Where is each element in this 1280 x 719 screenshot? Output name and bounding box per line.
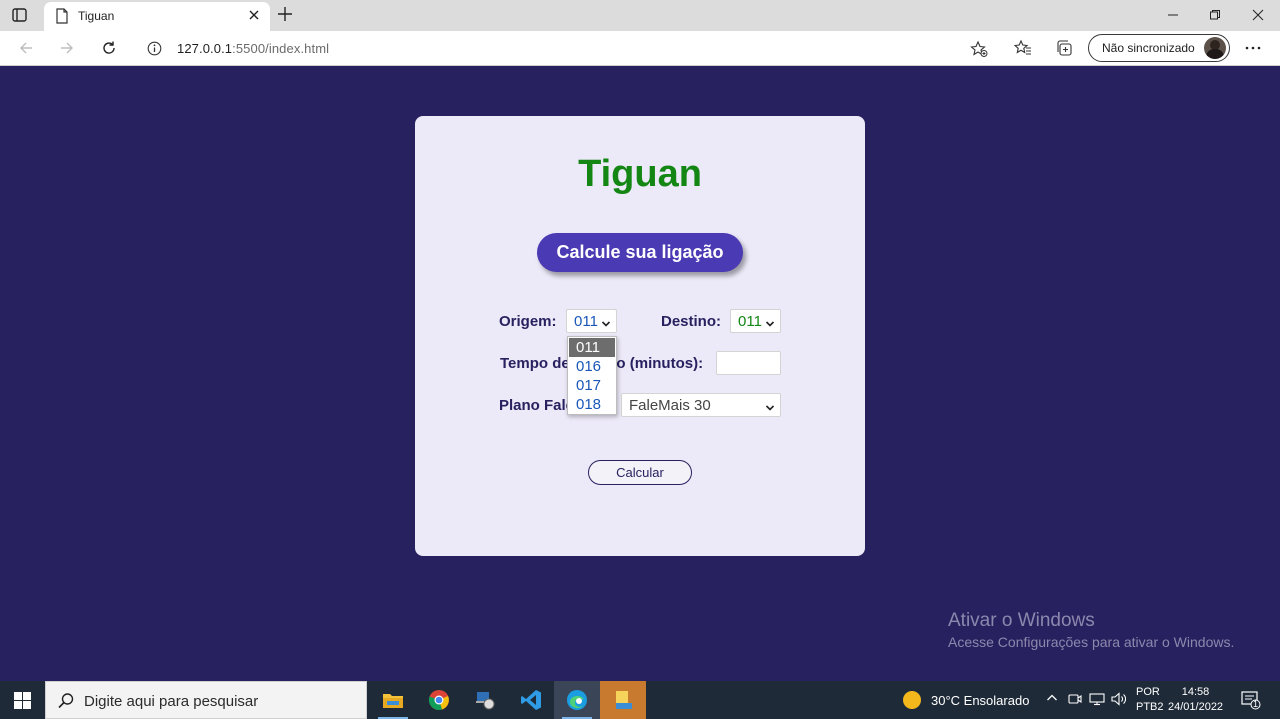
page-title: Tiguan: [578, 153, 702, 195]
browser-tab-bar: Tiguan: [0, 0, 1280, 31]
favorites-icon[interactable]: [1013, 39, 1033, 57]
profile-sync-button[interactable]: Não sincronizado: [1088, 34, 1230, 62]
site-info-icon[interactable]: [147, 41, 162, 61]
plan-select[interactable]: FaleMais 30: [621, 393, 781, 417]
sun-icon[interactable]: [903, 691, 921, 709]
restore-icon[interactable]: [1193, 4, 1237, 26]
new-tab-icon[interactable]: [277, 6, 293, 27]
destination-select[interactable]: 011: [730, 309, 781, 333]
taskbar: Digite aqui para pesquisar 30°C Ensolara…: [0, 681, 1280, 719]
chevron-up-icon[interactable]: [1046, 692, 1058, 707]
notification-count: 1: [1253, 699, 1259, 709]
chevron-down-icon: [765, 400, 775, 417]
origin-value: 011: [574, 313, 598, 330]
sync-label: Não sincronizado: [1102, 41, 1195, 55]
dropdown-option[interactable]: 011: [569, 338, 615, 357]
tab-actions-icon[interactable]: [11, 7, 29, 23]
activation-watermark-title: Ativar o Windows: [948, 610, 1095, 631]
url-host: 127.0.0.1: [177, 41, 233, 56]
network-icon[interactable]: [1089, 692, 1105, 709]
chevron-down-icon: [601, 316, 611, 333]
plan-value: FaleMais 30: [629, 397, 711, 414]
origin-dropdown-list: 011 016 017 018: [567, 336, 617, 415]
dropdown-option[interactable]: 016: [569, 357, 615, 376]
minimize-icon[interactable]: [1151, 4, 1195, 26]
calcular-button[interactable]: Calcular: [588, 460, 692, 485]
destination-value: 011: [738, 313, 762, 330]
file-explorer-icon[interactable]: [370, 681, 416, 719]
refresh-icon[interactable]: [99, 39, 119, 57]
url-path: :5500/index.html: [232, 41, 330, 56]
close-tab-icon[interactable]: [247, 8, 261, 27]
notification-icon[interactable]: 1: [1241, 690, 1261, 710]
browser-nav-bar: 127.0.0.1:5500/index.html Não sincroniza…: [0, 31, 1280, 66]
chrome-icon[interactable]: [416, 681, 462, 719]
origin-select[interactable]: 011: [566, 309, 617, 333]
browser-tab[interactable]: Tiguan: [44, 2, 270, 31]
destination-label: Destino:: [661, 313, 721, 330]
clock[interactable]: 14:58 24/01/2022: [1168, 685, 1223, 715]
tab-title: Tiguan: [78, 9, 115, 23]
activation-watermark-subtitle: Acesse Configurações para ativar o Windo…: [948, 634, 1235, 650]
camera-icon[interactable]: [1068, 692, 1082, 709]
vscode-icon[interactable]: [508, 681, 554, 719]
windows-start-icon[interactable]: [14, 692, 31, 709]
add-favorite-icon[interactable]: [970, 40, 988, 63]
clock-time: 14:58: [1181, 686, 1210, 698]
calculator-card: Tiguan Calcule sua ligação Origem: 011 D…: [415, 116, 865, 556]
collections-icon[interactable]: [1054, 39, 1074, 57]
time-input[interactable]: [716, 351, 781, 375]
keyboard-layout: PTB2: [1136, 701, 1164, 713]
dropdown-option[interactable]: 018: [569, 395, 615, 414]
taskbar-search-input[interactable]: Digite aqui para pesquisar: [45, 681, 367, 719]
page-icon: [55, 8, 69, 29]
dropdown-option[interactable]: 017: [569, 376, 615, 395]
network-app-icon[interactable]: [462, 681, 508, 719]
file-manager-icon[interactable]: [600, 681, 646, 719]
search-placeholder: Digite aqui para pesquisar: [84, 693, 259, 710]
chevron-down-icon: [765, 316, 775, 333]
more-options-icon[interactable]: [1243, 39, 1263, 57]
address-bar[interactable]: 127.0.0.1:5500/index.html: [134, 34, 996, 63]
url-text: 127.0.0.1:5500/index.html: [177, 41, 329, 56]
origin-label: Origem:: [499, 313, 557, 330]
avatar: [1204, 37, 1226, 59]
close-window-icon[interactable]: [1236, 4, 1280, 26]
forward-icon[interactable]: [57, 39, 77, 57]
input-language[interactable]: POR PTB2: [1136, 685, 1164, 715]
weather-text[interactable]: 30°C Ensolarado: [931, 693, 1029, 708]
search-icon: [57, 692, 75, 715]
volume-icon[interactable]: [1111, 692, 1127, 709]
edge-icon[interactable]: [554, 681, 600, 719]
language-code: POR: [1136, 686, 1160, 698]
clock-date: 24/01/2022: [1168, 701, 1224, 713]
back-icon[interactable]: [16, 39, 36, 57]
calcule-ligacao-button[interactable]: Calcule sua ligação: [537, 233, 743, 272]
